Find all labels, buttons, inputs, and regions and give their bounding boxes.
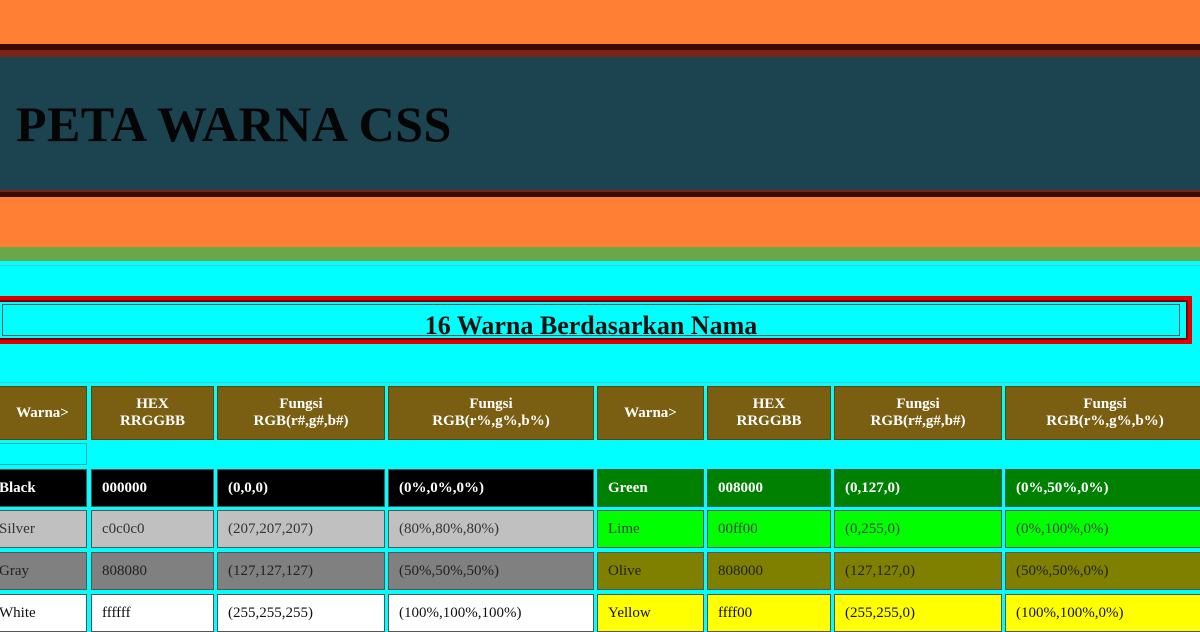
header-cell: Warna> (597, 386, 704, 440)
table-cell: (50%,50%,0%) (1005, 552, 1200, 590)
table-cell: Yellow (597, 594, 704, 632)
header-cell: Fungsi RGB(r#,g#,b#) (217, 386, 385, 440)
table-cell: Lime (597, 510, 704, 548)
table-cell: (0,0,0) (217, 469, 385, 507)
table-cell: Silver (0, 510, 87, 548)
page-title: PETA WARNA CSS (16, 96, 452, 152)
header-cell: Fungsi RGB(r#,g#,b#) (834, 386, 1002, 440)
top-brown-stripe (0, 50, 1200, 57)
table-cell: (255,255,255) (217, 594, 385, 632)
table-cell: 008000 (707, 469, 831, 507)
table-cell: 808000 (707, 552, 831, 590)
table-top-line (0, 382, 1200, 383)
bottom-orange-band (0, 204, 1200, 247)
header-cell: HEX RRGGBB (91, 386, 214, 440)
table-cell: (100%,100%,0%) (1005, 594, 1200, 632)
table-cell: (50%,50%,50%) (388, 552, 594, 590)
table-cell: (127,127,0) (834, 552, 1002, 590)
green-band (0, 247, 1200, 261)
section-title: 16 Warna Berdasarkan Nama (424, 311, 758, 340)
header-cell: Warna> (0, 386, 87, 440)
empty-cell (0, 443, 87, 465)
section-heading-inner: 16 Warna Berdasarkan Nama (2, 304, 1180, 340)
table-cell: (80%,80%,80%) (388, 510, 594, 548)
header-cell: Fungsi RGB(r%,g%,b%) (388, 386, 594, 440)
header-cell: HEX RRGGBB (707, 386, 831, 440)
table-cell: 808080 (91, 552, 214, 590)
table-cell: Gray (0, 552, 87, 590)
table-cell: Green (597, 469, 704, 507)
table-cell: (0%,100%,0%) (1005, 510, 1200, 548)
section-heading-box: 16 Warna Berdasarkan Nama (0, 296, 1192, 344)
table-cell: (127,127,127) (217, 552, 385, 590)
table-cell: (100%,100%,100%) (388, 594, 594, 632)
table-cell: White (0, 594, 87, 632)
table-cell: (0,127,0) (834, 469, 1002, 507)
table-cell: Black (0, 469, 87, 507)
table-cell: 000000 (91, 469, 214, 507)
table-cell: (207,207,207) (217, 510, 385, 548)
table-cell: (0%,0%,0%) (388, 469, 594, 507)
table-cell: (0%,50%,0%) (1005, 469, 1200, 507)
table-cell: 00ff00 (707, 510, 831, 548)
table-cell: (0,255,0) (834, 510, 1002, 548)
top-orange-band (0, 0, 1200, 44)
bottom-orange-band-edge (0, 197, 1200, 204)
table-cell: ffffff (91, 594, 214, 632)
table-cell: c0c0c0 (91, 510, 214, 548)
header-cell: Fungsi RGB(r%,g%,b%) (1005, 386, 1200, 440)
table-cell: Olive (597, 552, 704, 590)
table-cell: ffff00 (707, 594, 831, 632)
divider-line (0, 265, 1200, 266)
table-cell: (255,255,0) (834, 594, 1002, 632)
